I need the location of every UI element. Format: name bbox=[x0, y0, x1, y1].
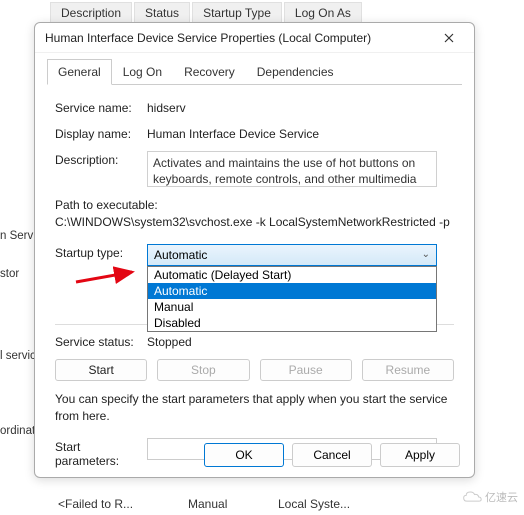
chevron-down-icon: ⌄ bbox=[422, 249, 430, 260]
dialog-content: Service name: hidserv Display name: Huma… bbox=[35, 85, 474, 488]
tab-strip: General Log On Recovery Dependencies bbox=[35, 53, 474, 85]
bgrow-c1: <Failed to R... bbox=[50, 495, 180, 513]
label-service-status: Service status: bbox=[55, 333, 147, 349]
option-automatic[interactable]: Automatic bbox=[148, 283, 436, 299]
tab-general[interactable]: General bbox=[47, 59, 112, 85]
value-service-status: Stopped bbox=[147, 333, 454, 349]
watermark-text: 亿速云 bbox=[485, 489, 518, 505]
stop-button: Stop bbox=[157, 359, 249, 381]
label-display-name: Display name: bbox=[55, 125, 147, 141]
params-note: You can specify the start parameters tha… bbox=[55, 391, 454, 425]
properties-dialog: Human Interface Device Service Propertie… bbox=[34, 22, 475, 478]
cancel-button[interactable]: Cancel bbox=[292, 443, 372, 467]
close-icon bbox=[444, 33, 454, 43]
bgrow-c3: Local Syste... bbox=[270, 495, 360, 513]
startup-type-combo[interactable]: Automatic ⌄ Automatic (Delayed Start) Au… bbox=[147, 244, 437, 266]
combo-display[interactable]: Automatic ⌄ bbox=[147, 244, 437, 266]
label-startup-type: Startup type: bbox=[55, 244, 147, 260]
col-log-on-as[interactable]: Log On As bbox=[284, 2, 362, 24]
value-service-name: hidserv bbox=[147, 99, 454, 115]
watermark: 亿速云 bbox=[462, 489, 518, 505]
titlebar[interactable]: Human Interface Device Service Propertie… bbox=[35, 23, 474, 53]
background-column-headers: Description Status Startup Type Log On A… bbox=[50, 2, 362, 24]
dialog-title: Human Interface Device Service Propertie… bbox=[45, 31, 434, 45]
dialog-footer: OK Cancel Apply bbox=[204, 443, 460, 467]
left-background-fragments: n Servic stor l service ordinat bbox=[0, 0, 34, 515]
resume-button: Resume bbox=[362, 359, 454, 381]
startup-dropdown: Automatic (Delayed Start) Automatic Manu… bbox=[147, 266, 437, 332]
pause-button: Pause bbox=[260, 359, 352, 381]
option-disabled[interactable]: Disabled bbox=[148, 315, 436, 331]
background-bottom-row: <Failed to R... Manual Local Syste... bbox=[50, 495, 360, 513]
label-start-params: Start parameters: bbox=[55, 438, 147, 468]
close-button[interactable] bbox=[434, 26, 464, 50]
col-description[interactable]: Description bbox=[50, 2, 132, 24]
option-manual[interactable]: Manual bbox=[148, 299, 436, 315]
description-box[interactable]: Activates and maintains the use of hot b… bbox=[147, 151, 437, 187]
bgrow-c2: Manual bbox=[180, 495, 270, 513]
col-status[interactable]: Status bbox=[134, 2, 190, 24]
value-display-name: Human Interface Device Service bbox=[147, 125, 454, 141]
start-button[interactable]: Start bbox=[55, 359, 147, 381]
tab-recovery[interactable]: Recovery bbox=[173, 59, 246, 85]
frag-4: ordinat bbox=[0, 425, 35, 437]
combo-selected-text: Automatic bbox=[154, 248, 207, 262]
apply-button[interactable]: Apply bbox=[380, 443, 460, 467]
frag-2: stor bbox=[0, 268, 19, 280]
option-delayed[interactable]: Automatic (Delayed Start) bbox=[148, 267, 436, 283]
label-description: Description: bbox=[55, 151, 147, 167]
label-path: Path to executable: bbox=[55, 197, 454, 214]
tab-dependencies[interactable]: Dependencies bbox=[246, 59, 345, 85]
label-service-name: Service name: bbox=[55, 99, 147, 115]
col-startup-type[interactable]: Startup Type bbox=[192, 2, 282, 24]
control-buttons: Start Stop Pause Resume bbox=[55, 359, 454, 381]
value-path: C:\WINDOWS\system32\svchost.exe -k Local… bbox=[55, 214, 454, 231]
tab-log-on[interactable]: Log On bbox=[112, 59, 173, 85]
ok-button[interactable]: OK bbox=[204, 443, 284, 467]
cloud-icon bbox=[462, 490, 482, 504]
